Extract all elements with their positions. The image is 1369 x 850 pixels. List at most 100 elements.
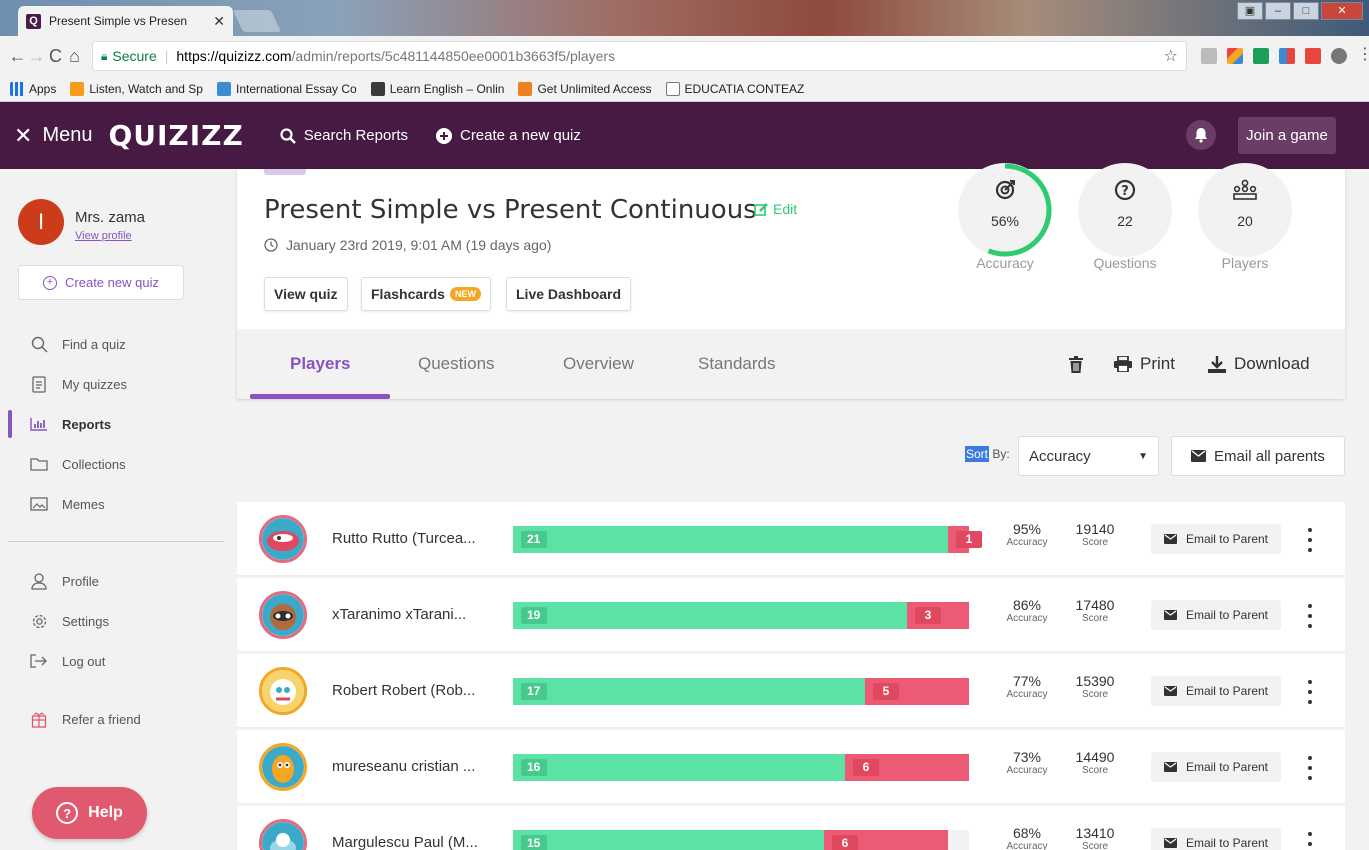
new-tab-button[interactable]: [232, 10, 282, 32]
print-button[interactable]: Print: [1114, 329, 1175, 399]
player-row[interactable]: Margulescu Paul (M... 15 6 68% Accuracy 13410…: [237, 806, 1345, 850]
player-name[interactable]: xTaranimo xTarani...: [332, 606, 466, 623]
sidebar-item-logout[interactable]: Log out: [0, 641, 236, 681]
create-new-quiz-button[interactable]: + Create new quiz: [18, 265, 184, 300]
maximize-window-icon[interactable]: □: [1293, 2, 1319, 20]
bookmark-item[interactable]: EDUCATIA CONTEAZ: [665, 81, 804, 96]
extension-icon[interactable]: [1227, 48, 1243, 64]
accuracy-ring: 56%: [958, 163, 1052, 257]
tab-questions[interactable]: Questions: [418, 329, 495, 399]
more-options-icon[interactable]: [1305, 756, 1315, 780]
tab-players[interactable]: Players: [290, 329, 351, 399]
edit-link[interactable]: Edit: [754, 201, 797, 217]
email-to-parent-button[interactable]: Email to Parent: [1151, 828, 1281, 850]
forward-arrow-icon[interactable]: →: [27, 46, 46, 67]
bookmark-item[interactable]: International Essay Co: [216, 81, 357, 96]
minimize-window-icon[interactable]: –: [1265, 2, 1291, 20]
email-to-parent-button[interactable]: Email to Parent: [1151, 676, 1281, 706]
email-to-parent-button[interactable]: Email to Parent: [1151, 752, 1281, 782]
sidebar-item-my-quizzes[interactable]: My quizzes: [0, 364, 236, 404]
player-name[interactable]: Robert Robert (Rob...: [332, 682, 475, 699]
edit-label: Edit: [773, 201, 798, 217]
join-game-button[interactable]: Join a game: [1238, 117, 1336, 154]
bookmark-favicon-icon: [70, 81, 85, 96]
more-options-icon[interactable]: [1305, 528, 1315, 552]
back-arrow-icon[interactable]: ←: [8, 46, 27, 67]
help-label: Help: [88, 804, 123, 821]
create-quiz-link[interactable]: Create a new quiz: [435, 127, 581, 144]
sidebar-item-profile[interactable]: Profile: [0, 561, 236, 601]
sidebar-item-label: Find a quiz: [62, 336, 126, 352]
bookmark-star-icon[interactable]: ☆: [1164, 46, 1178, 66]
score-caption: Score: [1081, 613, 1109, 624]
accuracy-stat: 56% Accuracy: [958, 163, 1052, 271]
close-menu-icon: ✕: [14, 122, 33, 148]
menu-toggle[interactable]: ✕ Menu: [14, 123, 92, 149]
player-avatar: [259, 515, 307, 563]
answer-bar: 15 6: [513, 830, 969, 850]
report-header-top: Present Simple vs Present Continuous Edi…: [237, 163, 1345, 329]
sidebar-item-memes[interactable]: Memes: [0, 484, 236, 524]
player-name[interactable]: Margulescu Paul (M...: [332, 834, 478, 850]
tab-close-icon[interactable]: ✕: [213, 13, 225, 30]
address-bar[interactable]: 🔒︎ Secure | https://quizizz.com /admin/r…: [92, 41, 1187, 71]
extension-icon[interactable]: [1305, 48, 1321, 64]
extension-icon[interactable]: [1201, 48, 1217, 64]
view-quiz-button[interactable]: View quiz: [264, 277, 348, 311]
player-row[interactable]: Rutto Rutto (Turcea... 21 1 95% Accuracy 1914…: [237, 502, 1345, 576]
url-host: https://quizizz.com: [176, 48, 292, 64]
email-to-parent-button[interactable]: Email to Parent: [1151, 600, 1281, 630]
restore-window-icon[interactable]: ▣: [1237, 2, 1263, 20]
quizizz-logo[interactable]: QUIZIZZ: [108, 119, 243, 152]
help-button[interactable]: ? Help: [32, 787, 147, 839]
email-all-parents-button[interactable]: Email all parents: [1171, 436, 1345, 476]
bookmark-item[interactable]: Get Unlimited Access: [518, 81, 652, 96]
player-name[interactable]: mureseanu cristian ...: [332, 758, 475, 775]
bookmark-apps[interactable]: Apps: [10, 81, 56, 96]
player-row[interactable]: xTaranimo xTarani... 19 3 86% Accuracy 17480 S…: [237, 578, 1345, 652]
more-options-icon[interactable]: [1305, 832, 1315, 850]
correct-count: 16: [521, 759, 547, 776]
home-icon[interactable]: ⌂: [65, 46, 84, 67]
live-dashboard-button[interactable]: Live Dashboard: [506, 277, 632, 311]
extension-icon[interactable]: [1279, 48, 1295, 64]
tab-standards[interactable]: Standards: [698, 329, 776, 399]
more-options-icon[interactable]: [1305, 604, 1315, 628]
flashcards-button[interactable]: Flashcards NEW: [361, 277, 491, 311]
search-reports-link[interactable]: Search Reports: [280, 127, 408, 144]
avatar[interactable]: I: [18, 199, 64, 245]
extension-icon[interactable]: [1331, 48, 1347, 64]
download-icon: [1208, 355, 1226, 373]
sidebar-item-reports[interactable]: Reports: [0, 404, 236, 444]
view-profile-link[interactable]: View profile: [75, 230, 132, 242]
tab-overview[interactable]: Overview: [563, 329, 634, 399]
report-tabs: Players Questions Overview Standards Pri…: [237, 329, 1345, 399]
browser-tab[interactable]: Q Present Simple vs Presen ✕: [18, 6, 233, 36]
player-score: 15390 Score: [1065, 673, 1125, 700]
quizizz-favicon-icon: Q: [26, 13, 41, 29]
extension-icon[interactable]: [1253, 48, 1269, 64]
player-row[interactable]: Robert Robert (Rob... 17 5 77% Accuracy 15390…: [237, 654, 1345, 728]
score-value: 13410: [1075, 825, 1115, 841]
sidebar-item-find-quiz[interactable]: Find a quiz: [0, 324, 236, 364]
notifications-bell-icon[interactable]: [1186, 120, 1216, 150]
more-options-icon[interactable]: [1305, 680, 1315, 704]
sidebar-item-settings[interactable]: Settings: [0, 601, 236, 641]
target-icon: [958, 179, 1052, 201]
delete-button[interactable]: [1069, 329, 1091, 399]
correct-count: 17: [521, 683, 547, 700]
sidebar-item-refer-friend[interactable]: Refer a friend: [0, 699, 236, 739]
sidebar-item-collections[interactable]: Collections: [0, 444, 236, 484]
sidebar-item-label: Profile: [62, 573, 99, 589]
player-name[interactable]: Rutto Rutto (Turcea...: [332, 530, 476, 547]
chrome-menu-icon[interactable]: ⋮: [1357, 47, 1369, 64]
apps-grid-icon: [10, 81, 24, 96]
sort-select[interactable]: Accuracy ▼: [1018, 436, 1159, 476]
player-row[interactable]: mureseanu cristian ... 16 6 73% Accuracy 1449…: [237, 730, 1345, 804]
email-to-parent-button[interactable]: Email to Parent: [1151, 524, 1281, 554]
reload-icon[interactable]: C: [46, 46, 65, 67]
close-window-icon[interactable]: ✕: [1321, 2, 1363, 20]
bookmark-item[interactable]: Listen, Watch and Sp: [70, 81, 203, 96]
bookmark-item[interactable]: Learn English – Onlin: [370, 81, 504, 96]
download-button[interactable]: Download: [1208, 329, 1310, 399]
